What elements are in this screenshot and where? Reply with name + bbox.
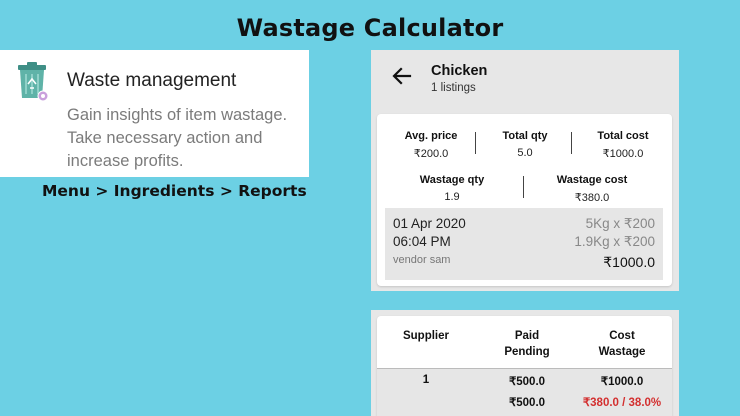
wastage-qty-value: 1.9 bbox=[444, 191, 460, 203]
back-arrow-icon[interactable] bbox=[391, 65, 413, 87]
item-title: Chicken bbox=[431, 63, 488, 79]
item-detail-screen: Chicken 1 listings Avg. price ₹200.0 Tot… bbox=[371, 50, 679, 291]
entry-vendor: vendor sam bbox=[393, 254, 451, 266]
table-header: Supplier Paid Pending Cost Wastage bbox=[377, 316, 672, 368]
divider bbox=[475, 132, 476, 154]
total-qty-stat: Total qty 5.0 bbox=[485, 130, 565, 159]
header-supplier: Supplier bbox=[402, 330, 449, 342]
supplier-table: Supplier Paid Pending Cost Wastage 1 ₹50… bbox=[377, 316, 672, 416]
avg-price-value: ₹200.0 bbox=[413, 148, 449, 160]
total-qty-label: Total qty bbox=[502, 130, 548, 142]
cell-cost: ₹1000.0 bbox=[600, 376, 644, 388]
supplier-report-screen: Supplier Paid Pending Cost Wastage 1 ₹50… bbox=[371, 310, 679, 416]
header-wastage: Wastage bbox=[598, 346, 646, 358]
page-title: Wastage Calculator bbox=[236, 14, 504, 42]
feature-description: Gain insights of item wastage. Take nece… bbox=[67, 106, 288, 170]
cell-pending: ₹500.0 bbox=[508, 397, 546, 409]
entry-total: ₹1000.0 bbox=[603, 254, 655, 270]
entry-wastage: 1.9Kg x ₹200 bbox=[574, 234, 655, 249]
header-cost: Cost bbox=[609, 330, 635, 342]
divider bbox=[571, 132, 572, 154]
avg-price-label: Avg. price bbox=[404, 130, 458, 142]
breadcrumb: Menu > Ingredients > Reports bbox=[42, 182, 307, 200]
avg-price-stat: Avg. price ₹200.0 bbox=[391, 130, 471, 160]
feature-heading: Waste management bbox=[67, 70, 237, 91]
wastage-qty-stat: Wastage qty 1.9 bbox=[397, 174, 507, 203]
entry-time: 06:04 PM bbox=[393, 234, 451, 249]
total-cost-stat: Total cost ₹1000.0 bbox=[579, 130, 667, 160]
entry-date: 01 Apr 2020 bbox=[393, 216, 466, 231]
recycle-bin-icon bbox=[16, 62, 50, 102]
header-paid: Paid bbox=[514, 330, 540, 342]
wastage-qty-label: Wastage qty bbox=[419, 174, 485, 186]
feature-card: Waste management Gain insights of item w… bbox=[0, 50, 309, 177]
item-listing-count: 1 listings bbox=[431, 82, 476, 94]
cell-paid: ₹500.0 bbox=[508, 376, 546, 388]
header-pending: Pending bbox=[504, 346, 550, 358]
cell-supplier: 1 bbox=[422, 374, 430, 386]
entry-quantity: 5Kg x ₹200 bbox=[585, 216, 655, 231]
total-cost-value: ₹1000.0 bbox=[602, 148, 644, 160]
wastage-cost-value: ₹380.0 bbox=[574, 192, 610, 204]
purchase-entry[interactable]: 01 Apr 2020 06:04 PM vendor sam 5Kg x ₹2… bbox=[385, 208, 663, 280]
wastage-cost-label: Wastage cost bbox=[556, 174, 628, 186]
wastage-cost-stat: Wastage cost ₹380.0 bbox=[537, 174, 647, 204]
table-row[interactable]: 1 ₹500.0 ₹500.0 ₹1000.0 ₹380.0 / 38.0% bbox=[377, 368, 672, 416]
stats-card: Avg. price ₹200.0 Total qty 5.0 Total co… bbox=[377, 114, 672, 286]
total-cost-label: Total cost bbox=[597, 130, 649, 142]
divider bbox=[523, 176, 524, 198]
cell-wastage: ₹380.0 / 38.0% bbox=[582, 397, 662, 409]
total-qty-value: 5.0 bbox=[517, 147, 533, 159]
